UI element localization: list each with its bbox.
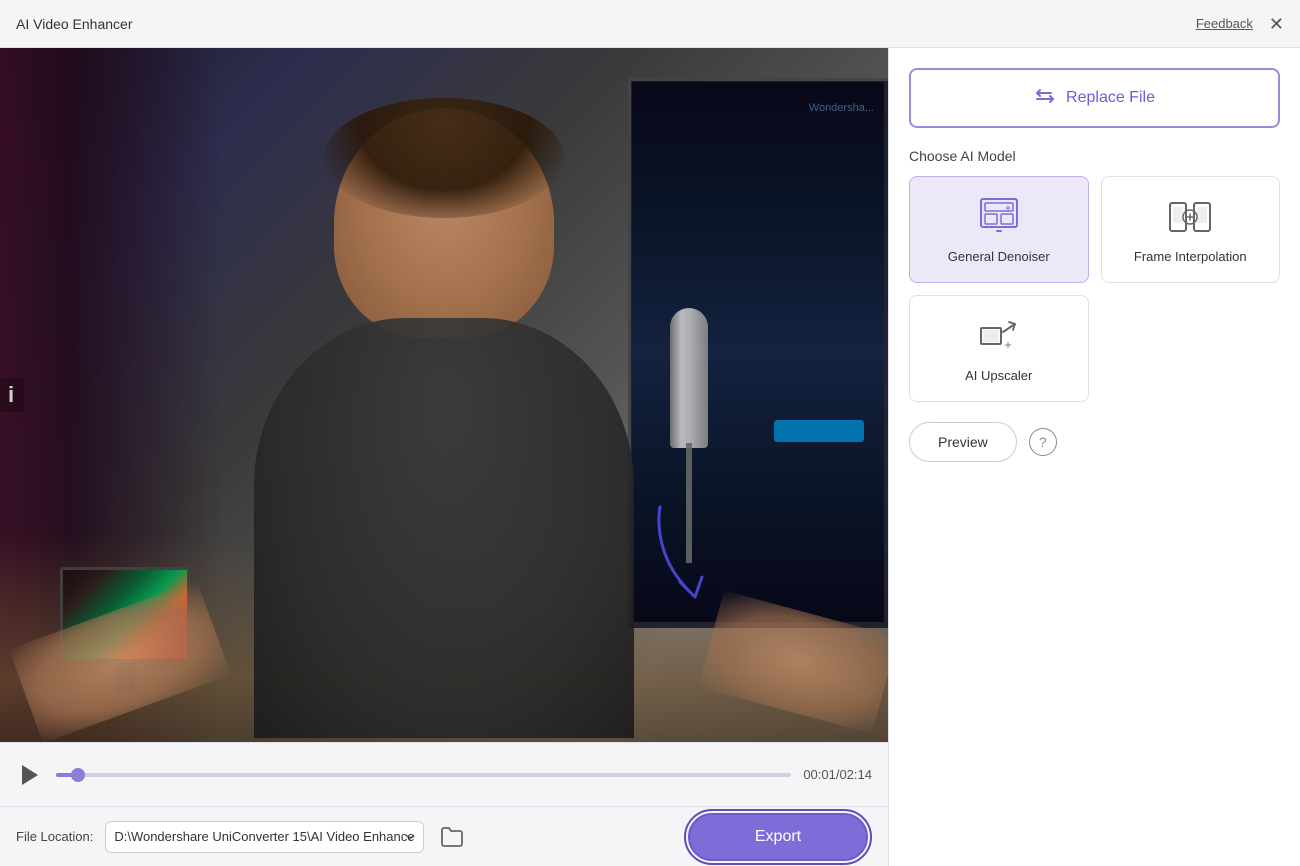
bottom-bar: File Location: D:\Wondershare UniConvert… xyxy=(0,806,888,866)
replace-file-button[interactable]: Replace File xyxy=(909,68,1280,128)
general-denoiser-label: General Denoiser xyxy=(948,249,1050,266)
microphone-stand xyxy=(686,443,692,563)
ai-upscaler-icon xyxy=(975,312,1023,360)
video-panel: Wondersha... i xyxy=(0,48,888,866)
model-card-ai-upscaler[interactable]: AI Upscaler xyxy=(909,295,1089,402)
play-button[interactable] xyxy=(16,761,44,789)
time-display: 00:01/02:14 xyxy=(803,767,872,782)
screen-button xyxy=(774,420,864,442)
folder-button[interactable] xyxy=(436,821,468,853)
model-card-general-denoiser[interactable]: General Denoiser xyxy=(909,176,1089,283)
preview-button[interactable]: Preview xyxy=(909,422,1017,462)
person-hair xyxy=(324,98,564,218)
microphone-head xyxy=(670,308,708,448)
file-location-select[interactable]: D:\Wondershare UniConverter 15\AI Video … xyxy=(105,821,424,853)
close-button[interactable]: ✕ xyxy=(1269,15,1284,33)
video-controls: 00:01/02:14 xyxy=(0,742,888,806)
model-grid: General Denoiser xyxy=(909,176,1280,402)
export-button[interactable]: Export xyxy=(688,813,868,861)
title-bar: AI Video Enhancer Feedback ✕ xyxy=(0,0,1300,48)
video-area: Wondersha... i xyxy=(0,48,888,742)
overlay-text: i xyxy=(0,378,24,412)
controls-panel: Replace File Choose AI Model xyxy=(888,48,1300,866)
progress-bar[interactable] xyxy=(56,773,791,777)
help-icon[interactable]: ? xyxy=(1029,428,1057,456)
ai-model-label: Choose AI Model xyxy=(909,148,1280,164)
general-denoiser-icon xyxy=(975,193,1023,241)
ai-model-section: Choose AI Model xyxy=(909,148,1280,402)
frame-interpolation-label: Frame Interpolation xyxy=(1134,249,1247,266)
progress-thumb[interactable] xyxy=(71,768,85,782)
feedback-link[interactable]: Feedback xyxy=(1196,16,1253,31)
file-location-label: File Location: xyxy=(16,829,93,844)
watermark: Wondersha... xyxy=(809,102,874,114)
app-title: AI Video Enhancer xyxy=(16,16,133,32)
folder-icon xyxy=(440,826,464,848)
video-placeholder: Wondersha... i xyxy=(0,48,888,742)
ai-upscaler-label: AI Upscaler xyxy=(965,368,1032,385)
title-bar-actions: Feedback ✕ xyxy=(1196,15,1284,33)
replace-file-label: Replace File xyxy=(1066,89,1155,107)
replace-icon xyxy=(1034,85,1056,112)
preview-section: Preview ? xyxy=(909,422,1280,462)
person-body xyxy=(254,318,634,738)
frame-interpolation-icon xyxy=(1166,193,1214,241)
model-card-frame-interpolation[interactable]: Frame Interpolation xyxy=(1101,176,1281,283)
main-content: Wondersha... i xyxy=(0,48,1300,866)
export-button-wrapper: Export xyxy=(684,809,872,865)
play-icon xyxy=(22,765,38,785)
